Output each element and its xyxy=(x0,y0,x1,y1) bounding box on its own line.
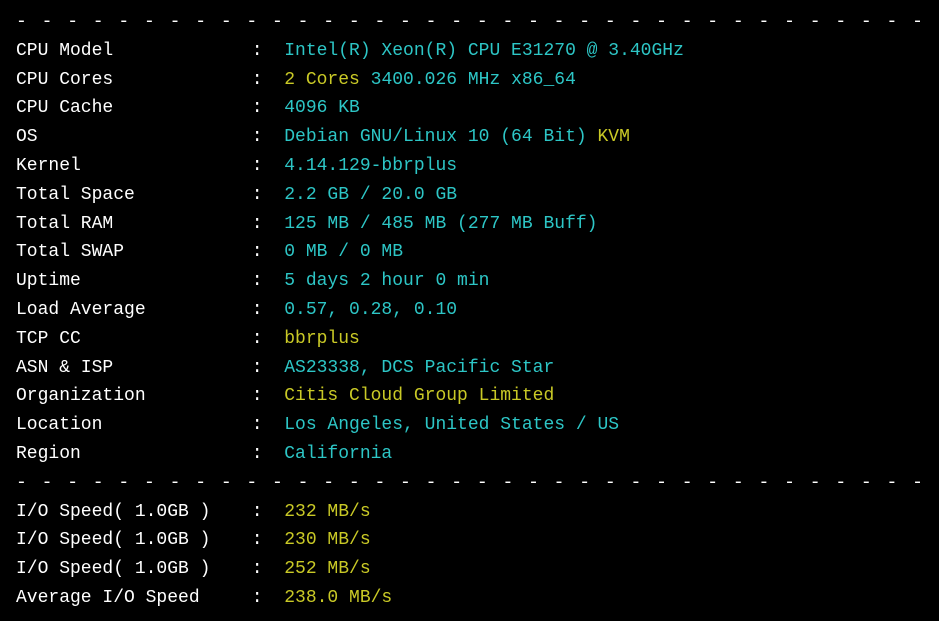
label-tcp-cc: TCP CC xyxy=(16,325,241,354)
value-cpu-model: Intel(R) Xeon(R) CPU E31270 @ 3.40GHz xyxy=(284,37,684,66)
value-uptime: 5 days 2 hour 0 min xyxy=(284,267,489,296)
divider-top: - - - - - - - - - - - - - - - - - - - - … xyxy=(16,8,923,37)
row-cpu-cache: CPU Cache : 4096 KB xyxy=(16,94,923,123)
colon: : xyxy=(241,296,284,325)
row-load-avg: Load Average : 0.57, 0.28, 0.10 xyxy=(16,296,923,325)
label-total-swap: Total SWAP xyxy=(16,238,241,267)
label-organization: Organization xyxy=(16,382,241,411)
value-cpu-cores-freq: 3400.026 MHz x86_64 xyxy=(360,66,576,95)
colon: : xyxy=(241,181,284,210)
row-io-speed-avg: Average I/O Speed : 238.0 MB/s xyxy=(16,584,923,613)
value-io-speed-2: 230 MB/s xyxy=(284,526,370,555)
colon: : xyxy=(241,382,284,411)
colon: : xyxy=(241,238,284,267)
value-location: Los Angeles, United States / US xyxy=(284,411,619,440)
label-cpu-cores: CPU Cores xyxy=(16,66,241,95)
row-total-swap: Total SWAP : 0 MB / 0 MB xyxy=(16,238,923,267)
label-uptime: Uptime xyxy=(16,267,241,296)
value-cpu-cores-count: 2 Cores xyxy=(284,66,360,95)
label-cpu-cache: CPU Cache xyxy=(16,94,241,123)
colon: : xyxy=(241,526,284,555)
value-organization: Citis Cloud Group Limited xyxy=(284,382,554,411)
row-tcp-cc: TCP CC : bbrplus xyxy=(16,325,923,354)
value-total-space: 2.2 GB / 20.0 GB xyxy=(284,181,457,210)
label-location: Location xyxy=(16,411,241,440)
row-cpu-model: CPU Model : Intel(R) Xeon(R) CPU E31270 … xyxy=(16,37,923,66)
label-region: Region xyxy=(16,440,241,469)
label-io-speed-1: I/O Speed( 1.0GB ) xyxy=(16,498,241,527)
value-total-swap: 0 MB / 0 MB xyxy=(284,238,403,267)
colon: : xyxy=(241,325,284,354)
row-cpu-cores: CPU Cores : 2 Cores 3400.026 MHz x86_64 xyxy=(16,66,923,95)
label-kernel: Kernel xyxy=(16,152,241,181)
label-io-speed-avg: Average I/O Speed xyxy=(16,584,241,613)
value-io-speed-3: 252 MB/s xyxy=(284,555,370,584)
divider-mid: - - - - - - - - - - - - - - - - - - - - … xyxy=(16,469,923,498)
label-total-ram: Total RAM xyxy=(16,210,241,239)
colon: : xyxy=(241,66,284,95)
row-os: OS : Debian GNU/Linux 10 (64 Bit) KVM xyxy=(16,123,923,152)
value-cpu-cache: 4096 KB xyxy=(284,94,360,123)
row-kernel: Kernel : 4.14.129-bbrplus xyxy=(16,152,923,181)
colon: : xyxy=(241,267,284,296)
colon: : xyxy=(241,498,284,527)
value-os: Debian GNU/Linux 10 (64 Bit) xyxy=(284,123,586,152)
colon: : xyxy=(241,123,284,152)
label-os: OS xyxy=(16,123,241,152)
value-asn-isp: AS23338, DCS Pacific Star xyxy=(284,354,554,383)
terminal-output: - - - - - - - - - - - - - - - - - - - - … xyxy=(0,0,939,621)
row-uptime: Uptime : 5 days 2 hour 0 min xyxy=(16,267,923,296)
row-io-speed-1: I/O Speed( 1.0GB ) : 232 MB/s xyxy=(16,498,923,527)
row-total-ram: Total RAM : 125 MB / 485 MB (277 MB Buff… xyxy=(16,210,923,239)
colon: : xyxy=(241,37,284,66)
row-organization: Organization : Citis Cloud Group Limited xyxy=(16,382,923,411)
row-location: Location : Los Angeles, United States / … xyxy=(16,411,923,440)
label-asn-isp: ASN & ISP xyxy=(16,354,241,383)
label-load-avg: Load Average xyxy=(16,296,241,325)
row-io-speed-2: I/O Speed( 1.0GB ) : 230 MB/s xyxy=(16,526,923,555)
colon: : xyxy=(241,584,284,613)
value-os-virt: KVM xyxy=(587,123,630,152)
value-kernel: 4.14.129-bbrplus xyxy=(284,152,457,181)
row-io-speed-3: I/O Speed( 1.0GB ) : 252 MB/s xyxy=(16,555,923,584)
colon: : xyxy=(241,354,284,383)
row-total-space: Total Space : 2.2 GB / 20.0 GB xyxy=(16,181,923,210)
colon: : xyxy=(241,440,284,469)
row-asn-isp: ASN & ISP : AS23338, DCS Pacific Star xyxy=(16,354,923,383)
value-tcp-cc: bbrplus xyxy=(284,325,360,354)
value-region: California xyxy=(284,440,392,469)
value-load-avg: 0.57, 0.28, 0.10 xyxy=(284,296,457,325)
colon: : xyxy=(241,555,284,584)
label-total-space: Total Space xyxy=(16,181,241,210)
value-io-speed-1: 232 MB/s xyxy=(284,498,370,527)
value-io-speed-avg: 238.0 MB/s xyxy=(284,584,392,613)
label-io-speed-2: I/O Speed( 1.0GB ) xyxy=(16,526,241,555)
label-cpu-model: CPU Model xyxy=(16,37,241,66)
row-region: Region : California xyxy=(16,440,923,469)
label-io-speed-3: I/O Speed( 1.0GB ) xyxy=(16,555,241,584)
colon: : xyxy=(241,411,284,440)
colon: : xyxy=(241,152,284,181)
colon: : xyxy=(241,210,284,239)
value-total-ram: 125 MB / 485 MB (277 MB Buff) xyxy=(284,210,597,239)
colon: : xyxy=(241,94,284,123)
